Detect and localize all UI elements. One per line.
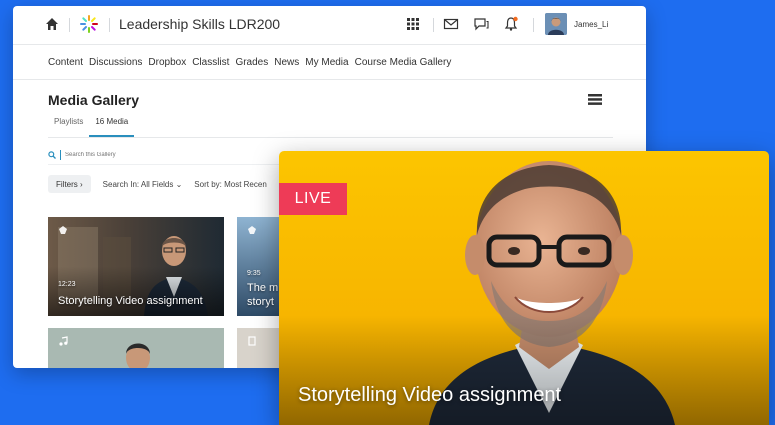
nav-news[interactable]: News bbox=[274, 57, 299, 68]
tab-media[interactable]: 16 Media bbox=[89, 113, 135, 137]
nav-grades[interactable]: Grades bbox=[235, 57, 268, 68]
sort-by-dropdown[interactable]: Sort by: Most Recen bbox=[194, 180, 266, 189]
duration-label: 12:23 bbox=[58, 281, 76, 288]
page-title: Media Gallery bbox=[48, 92, 140, 108]
live-video-title[interactable]: Storytelling Video assignment bbox=[298, 384, 561, 407]
nav-classlist[interactable]: Classlist bbox=[192, 57, 229, 68]
divider bbox=[433, 18, 434, 32]
mail-icon[interactable] bbox=[443, 16, 459, 32]
music-note-icon bbox=[59, 336, 68, 346]
search-cursor bbox=[60, 150, 61, 160]
nav-content[interactable]: Content bbox=[48, 57, 83, 68]
thumbnail-title-line2[interactable]: storyt bbox=[247, 296, 274, 308]
filters-button[interactable]: Filters › bbox=[48, 175, 91, 193]
video-type-icon bbox=[59, 226, 67, 234]
home-icon[interactable] bbox=[45, 17, 59, 31]
nav-discussions[interactable]: Discussions bbox=[89, 57, 142, 68]
list-view-icon[interactable] bbox=[588, 94, 602, 105]
course-title[interactable]: Leadership Skills LDR200 bbox=[119, 16, 280, 32]
search-in-dropdown[interactable]: Search In: All Fields ⌄ bbox=[103, 180, 183, 189]
bell-icon[interactable] bbox=[503, 16, 519, 32]
divider bbox=[109, 18, 110, 32]
nav-my-media[interactable]: My Media bbox=[305, 57, 348, 68]
apps-grid-icon[interactable] bbox=[405, 16, 421, 32]
video-type-icon bbox=[248, 226, 256, 234]
nav-dropbox[interactable]: Dropbox bbox=[148, 57, 186, 68]
chat-icon[interactable] bbox=[473, 16, 489, 32]
video-thumbnail-image bbox=[48, 328, 224, 368]
divider bbox=[48, 137, 613, 138]
search-icon[interactable] bbox=[48, 151, 56, 159]
divider bbox=[69, 18, 70, 32]
nav-course-media-gallery[interactable]: Course Media Gallery bbox=[355, 57, 452, 68]
document-icon bbox=[248, 336, 256, 346]
gallery-tabs: Playlists 16 Media bbox=[48, 113, 135, 137]
search-bar bbox=[48, 148, 225, 162]
search-input[interactable] bbox=[65, 152, 225, 158]
live-badge: LIVE bbox=[279, 183, 347, 215]
tab-playlists[interactable]: Playlists bbox=[48, 113, 89, 137]
logo-icon[interactable] bbox=[79, 14, 99, 34]
thumbnail-title[interactable]: Storytelling Video assignment bbox=[58, 295, 203, 307]
avatar[interactable] bbox=[545, 13, 567, 35]
course-navbar: Content Discussions Dropbox Classlist Gr… bbox=[13, 44, 646, 80]
media-thumbnail[interactable]: 12:23 Storytelling Video assignment bbox=[48, 217, 224, 316]
live-video-card[interactable]: LIVE Storytelling Video assignment bbox=[279, 151, 769, 425]
top-bar: Leadership Skills LDR200 James_Li bbox=[13, 6, 646, 44]
duration-label: 9:35 bbox=[247, 270, 261, 277]
user-avatar-icon bbox=[545, 13, 567, 35]
thumbnail-title-line1[interactable]: The m bbox=[247, 282, 278, 294]
divider bbox=[533, 18, 534, 32]
filter-row: Filters › Search In: All Fields ⌄ Sort b… bbox=[48, 175, 267, 193]
media-thumbnail[interactable] bbox=[48, 328, 224, 368]
username[interactable]: James_Li bbox=[574, 20, 608, 29]
